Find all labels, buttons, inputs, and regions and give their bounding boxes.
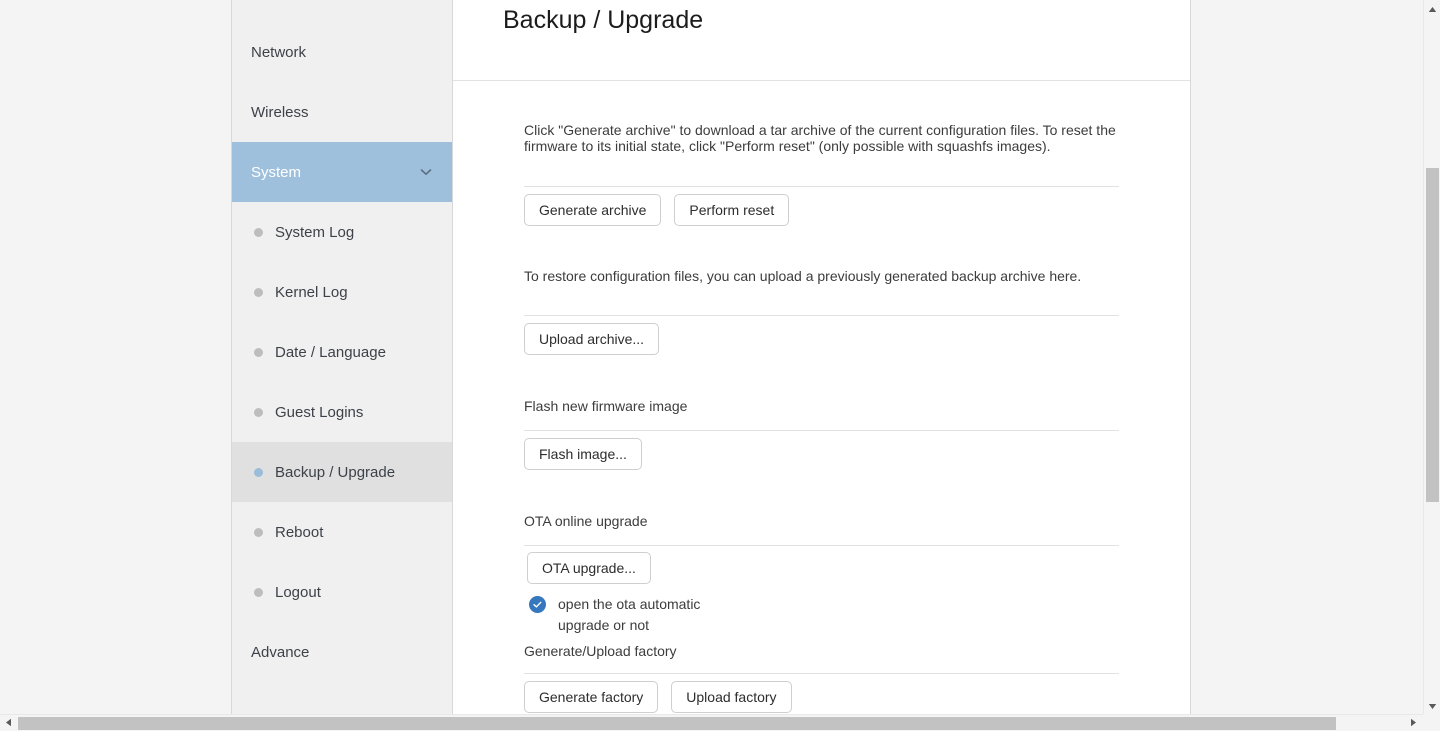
triangle-up-icon (1428, 0, 1437, 18)
left-gutter (0, 0, 231, 714)
sidebar-navigation: Network Wireless System System Log Kerne… (231, 0, 453, 714)
sidebar-item-label: Date / Language (275, 343, 386, 361)
restore-actions: Upload archive... (524, 323, 1119, 355)
triangle-left-icon (5, 714, 12, 731)
flash-image-button[interactable]: Flash image... (524, 438, 642, 470)
section-divider (524, 545, 1119, 546)
sidebar-item-system-log[interactable]: System Log (232, 202, 452, 262)
scroll-left-button[interactable] (0, 715, 17, 731)
ota-upgrade-button[interactable]: OTA upgrade... (527, 552, 651, 584)
horizontal-scrollbar-thumb[interactable] (18, 717, 1336, 730)
sidebar-item-logout[interactable]: Logout (232, 562, 452, 622)
bullet-dot-icon (254, 347, 263, 357)
app-root: Network Wireless System System Log Kerne… (0, 0, 1440, 731)
restore-section: To restore configuration files, you can … (524, 268, 1119, 285)
sidebar-item-label: Backup / Upgrade (275, 463, 396, 481)
flash-section-title: Flash new firmware image (524, 398, 688, 414)
vertical-scrollbar-thumb[interactable] (1426, 168, 1439, 502)
ota-auto-upgrade-label: open the ota automatic upgrade or not (558, 596, 701, 633)
sidebar-item-label: Wireless (251, 103, 309, 121)
upload-archive-button[interactable]: Upload archive... (524, 323, 660, 355)
scroll-down-button[interactable] (1424, 697, 1440, 714)
triangle-right-icon (1410, 714, 1417, 731)
section-divider (524, 430, 1119, 431)
section-divider (524, 186, 1119, 187)
sidebar-item-advance[interactable]: Advance (232, 622, 452, 682)
restore-description: To restore configuration files, you can … (524, 268, 1082, 284)
sidebar-item-guest-logins[interactable]: Guest Logins (232, 382, 452, 442)
bullet-dot-icon (254, 227, 263, 237)
ota-button-row: OTA upgrade... (524, 552, 1119, 584)
horizontal-scrollbar[interactable] (0, 714, 1440, 731)
generate-archive-button[interactable]: Generate archive (524, 194, 662, 226)
sidebar-item-reboot[interactable]: Reboot (232, 502, 452, 562)
ota-divider-wrap (524, 545, 1119, 546)
sidebar-item-label: System Log (275, 223, 355, 241)
checkbox-checked-icon[interactable] (529, 596, 546, 613)
bullet-dot-icon (254, 527, 263, 537)
flash-actions: Flash image... (524, 438, 1119, 470)
upload-factory-button[interactable]: Upload factory (671, 681, 792, 713)
sidebar-item-label: Advance (251, 643, 310, 661)
ota-actions: OTA upgrade... open the ota automatic up… (524, 552, 1119, 635)
perform-reset-button[interactable]: Perform reset (674, 194, 790, 226)
factory-section-title: Generate/Upload factory (524, 643, 677, 659)
flash-section: Flash new firmware image (524, 398, 1119, 414)
factory-actions: Generate factory Upload factory (524, 681, 1119, 713)
sidebar-item-wireless[interactable]: Wireless (232, 82, 452, 142)
triangle-down-icon (1428, 697, 1437, 715)
sidebar-item-backup-upgrade[interactable]: Backup / Upgrade (232, 442, 452, 502)
bullet-dot-icon (254, 587, 263, 597)
sidebar-item-label: Guest Logins (275, 403, 364, 421)
sidebar-item-label: Network (251, 43, 307, 61)
sidebar-item-kernel-log[interactable]: Kernel Log (232, 262, 452, 322)
sidebar-item-system[interactable]: System (232, 142, 452, 202)
sidebar-item-network[interactable]: Network (232, 22, 452, 82)
sidebar-item-label: Logout (275, 583, 321, 601)
flash-divider-wrap (524, 430, 1119, 431)
sidebar-item-label: Reboot (275, 523, 324, 541)
sidebar-item-label: Kernel Log (275, 283, 348, 301)
bullet-dot-icon (254, 467, 263, 477)
bullet-dot-icon (254, 287, 263, 297)
backup-section: Click "Generate archive" to download a t… (524, 122, 1119, 154)
sidebar-top-group: Network Wireless System System Log Kerne… (232, 0, 452, 682)
backup-description: Click "Generate archive" to download a t… (524, 122, 1116, 154)
generate-factory-button[interactable]: Generate factory (524, 681, 659, 713)
section-divider (524, 673, 1119, 674)
page-title: Backup / Upgrade (503, 6, 704, 34)
sidebar-item-label: System (251, 163, 302, 181)
chevron-down-icon (418, 164, 434, 180)
ota-auto-upgrade-checkbox-row[interactable]: open the ota automatic upgrade or not (524, 594, 1119, 635)
scroll-up-button[interactable] (1424, 0, 1440, 17)
main-content-panel: Backup / Upgrade Click "Generate archive… (453, 0, 1191, 714)
bullet-dot-icon (254, 407, 263, 417)
ota-section-title: OTA online upgrade (524, 513, 648, 529)
vertical-scrollbar[interactable] (1423, 0, 1440, 714)
scrollbar-corner (1423, 714, 1440, 731)
backup-divider-wrap (524, 186, 1119, 187)
factory-section: Generate/Upload factory (524, 643, 1119, 659)
content-body: Click "Generate archive" to download a t… (453, 81, 1190, 714)
backup-actions: Generate archive Perform reset (524, 194, 1119, 226)
factory-divider-wrap (524, 673, 1119, 674)
section-divider (524, 315, 1119, 316)
ota-section: OTA online upgrade (524, 513, 1119, 529)
sidebar-item-date-language[interactable]: Date / Language (232, 322, 452, 382)
scroll-right-button[interactable] (1405, 715, 1422, 731)
restore-divider-wrap (524, 315, 1119, 316)
